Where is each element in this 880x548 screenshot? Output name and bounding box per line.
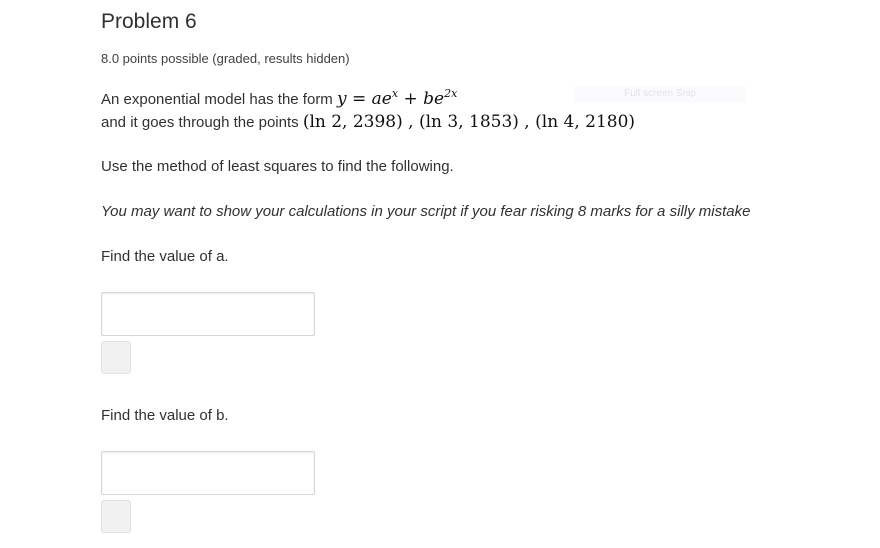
answer-b-status-indicator xyxy=(101,500,131,533)
model-plus: + xyxy=(398,89,424,109)
model-a: a xyxy=(371,89,382,109)
model-b: b xyxy=(423,89,435,109)
model-equation: y = aex + be2x xyxy=(336,87,458,109)
question-b-prompt: Find the value of b. xyxy=(101,407,229,424)
calculation-note: You may want to show your calculations i… xyxy=(101,203,751,220)
answer-b-input[interactable] xyxy=(101,451,315,495)
answer-a-status-indicator xyxy=(101,341,131,374)
model-e2: e xyxy=(434,89,445,109)
points-math: (ln 2, 2398) , (ln 3, 1853) , (ln 4, 218… xyxy=(302,112,636,132)
points-description-text: and it goes through the points xyxy=(101,114,303,131)
points-possible: 8.0 points possible (graded, results hid… xyxy=(101,51,350,66)
model-description: An exponential model has the form y = ae… xyxy=(101,87,458,109)
model-y: y xyxy=(336,89,347,109)
problem-title: Problem 6 xyxy=(101,10,197,33)
method-instruction: Use the method of least squares to find … xyxy=(101,158,454,175)
points-description: and it goes through the points (ln 2, 23… xyxy=(101,112,635,132)
answer-a-input[interactable] xyxy=(101,292,315,336)
model-equals: = xyxy=(346,89,372,109)
model-exp2: 2x xyxy=(444,87,458,100)
question-a-prompt: Find the value of a. xyxy=(101,248,229,265)
full-screen-snip-overlay[interactable]: Full screen Snip xyxy=(575,85,745,103)
model-description-text: An exponential model has the form xyxy=(101,91,337,108)
model-e1: e xyxy=(381,89,392,109)
